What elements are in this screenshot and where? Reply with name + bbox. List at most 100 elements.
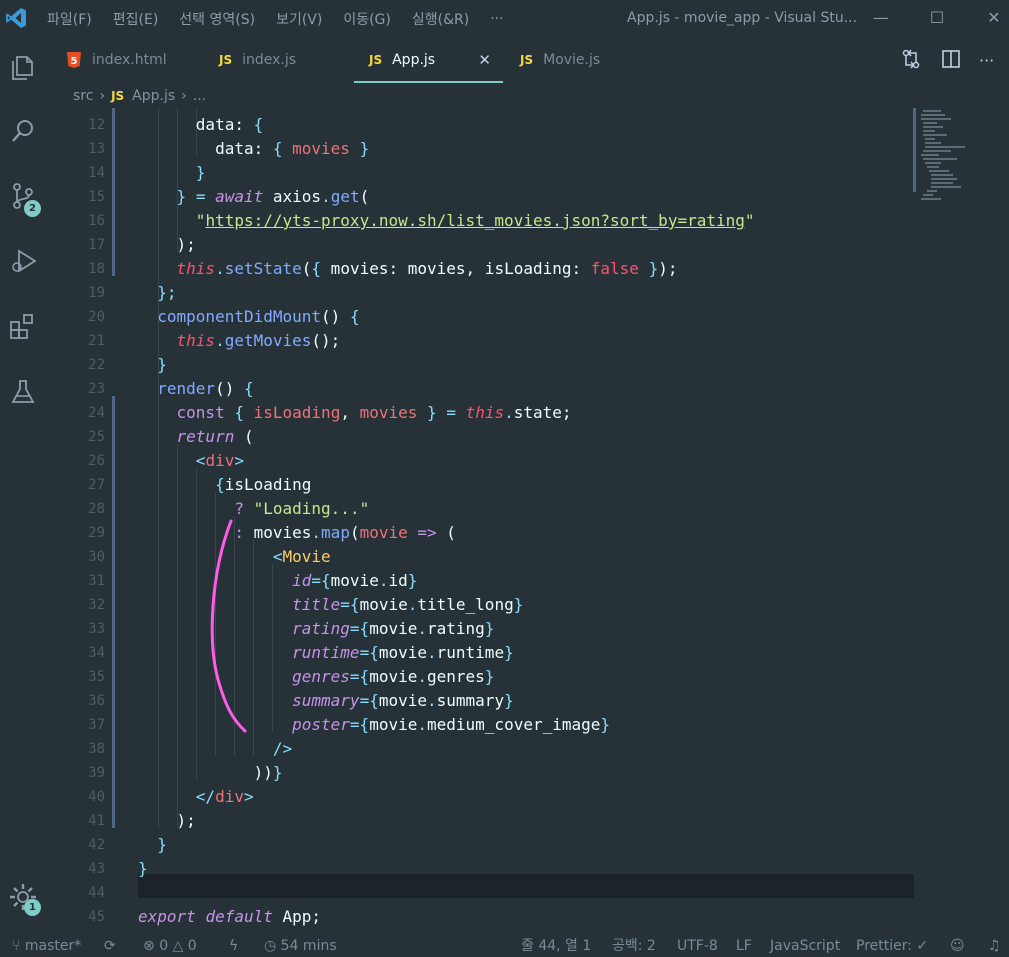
line-ending[interactable]: LF <box>736 935 752 955</box>
time-value: 54 mins <box>280 938 337 954</box>
sync-icon[interactable]: ⟳ <box>104 935 116 955</box>
code-line: 36 summary={movie.summary} <box>88 691 514 710</box>
code-line: 24 const { isLoading, movies } = this.st… <box>88 403 572 422</box>
code-line: 23 render() { <box>88 379 254 398</box>
tab-app-js[interactable]: JS App.js ✕ <box>354 37 503 83</box>
tab-label: App.js <box>392 52 436 68</box>
indentation[interactable]: 공백: 2 <box>612 935 656 955</box>
code-line: 27 {isLoading <box>88 475 312 494</box>
menu-more[interactable]: ··· <box>490 11 503 27</box>
menu-edit[interactable]: 편집(E) <box>113 9 159 29</box>
clock-icon: ◷ <box>264 938 281 954</box>
breadcrumb-file[interactable]: App.js <box>132 88 175 104</box>
prettier-status[interactable]: Prettier: ✓ <box>856 935 928 955</box>
cursor-position[interactable]: 줄 44, 열 1 <box>521 935 591 955</box>
menu-selection[interactable]: 선택 영역(S) <box>179 9 255 29</box>
breadcrumb-separator: › <box>99 87 106 104</box>
compare-changes-icon[interactable] <box>899 47 923 71</box>
tab-index-html[interactable]: 5 index.html <box>67 37 167 83</box>
encoding[interactable]: UTF-8 <box>677 935 718 955</box>
menu-file[interactable]: 파일(F) <box>47 9 92 29</box>
html5-icon: 5 <box>67 52 81 68</box>
maximize-button[interactable]: ☐ <box>925 6 949 30</box>
git-branch-icon: ⑂ <box>12 938 25 954</box>
settings-badge: 1 <box>24 899 41 916</box>
window-title: App.js - movie_app - Visual Stu... <box>627 10 858 26</box>
source-control-badge: 2 <box>24 200 41 217</box>
breadcrumb-separator: › <box>181 87 187 104</box>
menu-run[interactable]: 실행(&R) <box>412 9 469 29</box>
code-line: 14 } <box>88 163 206 182</box>
close-window-button[interactable]: ✕ <box>982 6 1006 30</box>
code-line: 42 } <box>88 835 167 854</box>
code-line: 44 <box>88 885 105 901</box>
search-icon[interactable] <box>7 115 39 147</box>
js-icon: JS <box>111 88 125 103</box>
code-line: 45 export default App; <box>88 907 322 926</box>
js-icon: JS <box>520 53 534 67</box>
code-line: 17 ); <box>88 235 196 254</box>
tab-index-js[interactable]: JS index.js <box>219 37 296 83</box>
code-line: 29 : movies.map(movie => ( <box>88 523 456 542</box>
branch-indicator[interactable]: ⑂ master* <box>12 935 81 955</box>
js-icon: JS <box>369 53 383 67</box>
code-line: 35 genres={movie.genres} <box>88 667 495 686</box>
language-mode[interactable]: JavaScript <box>770 935 840 955</box>
minimap[interactable] <box>913 108 1009 208</box>
breadcrumb-more[interactable]: ... <box>193 88 206 104</box>
run-debug-icon[interactable] <box>7 245 39 277</box>
js-icon: JS <box>219 53 233 67</box>
vscode-logo-icon <box>6 8 26 28</box>
feedback-icon[interactable]: ☺ <box>950 935 965 955</box>
code-line: 25 return ( <box>88 427 254 446</box>
code-editor[interactable]: 12 data: { 13 data: { movies } 14 } 15 }… <box>47 108 1009 935</box>
code-line: 40 </div> <box>88 787 254 806</box>
code-line: 20 componentDidMount() { <box>88 307 360 326</box>
code-line: 39 ))} <box>88 763 283 782</box>
branch-name: master* <box>24 938 82 954</box>
code-line: 16 "https://yts-proxy.now.sh/list_movies… <box>88 211 755 230</box>
url-string[interactable]: https://yts-proxy.now.sh/list_movies.jso… <box>205 211 744 230</box>
pen-annotation-stroke <box>210 519 247 733</box>
breadcrumb: src › JS App.js › ... <box>73 83 206 108</box>
code-line: 13 data: { movies } <box>88 139 370 158</box>
code-line: 19 }; <box>88 283 177 302</box>
code-line: 41 ); <box>88 811 196 830</box>
extensions-icon[interactable] <box>7 310 39 342</box>
close-tab-icon[interactable]: ✕ <box>478 51 491 69</box>
code-line: 30 <Movie <box>88 547 331 566</box>
split-editor-icon[interactable] <box>939 47 963 71</box>
tab-movie-js[interactable]: JS Movie.js <box>520 37 600 83</box>
activity-bar: 2 1 <box>0 37 47 935</box>
editor-tabs: 5 index.html JS index.js JS App.js ✕ JS … <box>47 37 1009 83</box>
code-line: 22 } <box>88 355 167 374</box>
error-count: 0 <box>159 938 169 954</box>
minimize-button[interactable]: — <box>869 6 893 30</box>
warning-icon: △ <box>172 938 188 954</box>
error-icon: ⊗ <box>143 938 160 954</box>
tab-label: index.html <box>92 52 167 68</box>
testing-flask-icon[interactable] <box>7 376 39 408</box>
more-actions-button[interactable]: ··· <box>979 37 994 83</box>
tab-label: Movie.js <box>543 52 601 68</box>
code-line: 33 rating={movie.rating} <box>88 619 495 638</box>
explorer-icon[interactable] <box>7 51 39 83</box>
time-tracker[interactable]: ◷ 54 mins <box>264 935 337 955</box>
active-tab-indicator <box>354 81 503 83</box>
loading-string: "Loading..." <box>253 499 370 518</box>
code-line: 18 this.setState({ movies: movies, isLoa… <box>88 259 678 278</box>
code-line: 38 /> <box>88 739 293 758</box>
tab-label: index.js <box>242 52 297 68</box>
lightning-icon[interactable]: ϟ <box>229 935 238 955</box>
problems-indicator[interactable]: ⊗ 0 △ 0 <box>143 935 197 955</box>
code-line: 43} <box>88 859 148 878</box>
breadcrumb-folder[interactable]: src <box>73 88 93 104</box>
code-line: 12 data: { <box>88 115 264 134</box>
menu-go[interactable]: 이동(G) <box>343 9 391 29</box>
code-line: 26 <div> <box>88 451 244 470</box>
code-line: 32 title={movie.title_long} <box>88 595 524 614</box>
code-line: 21 this.getMovies(); <box>88 331 341 350</box>
menu-bar: 파일(F) 편집(E) 선택 영역(S) 보기(V) 이동(G) 실행(&R) … <box>47 0 525 37</box>
notifications-bell-icon[interactable]: ♫ <box>988 935 1001 955</box>
menu-view[interactable]: 보기(V) <box>276 9 322 29</box>
